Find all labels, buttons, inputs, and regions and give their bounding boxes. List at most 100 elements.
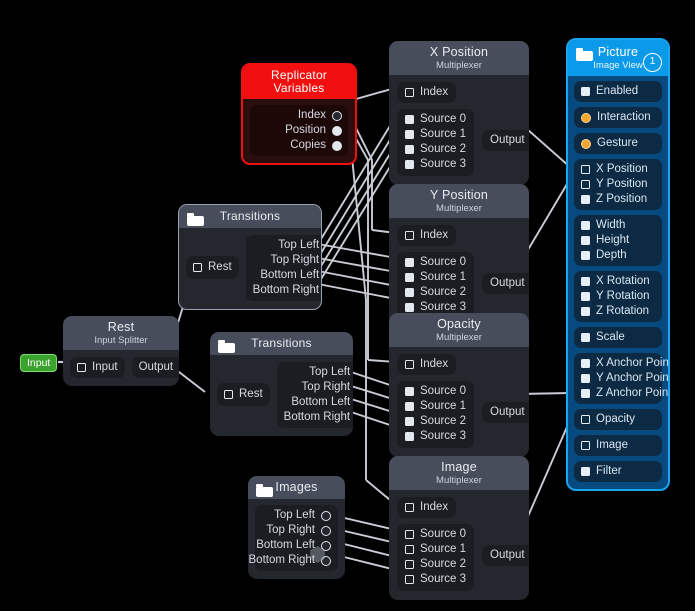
- port-row-input[interactable]: Input: [77, 360, 118, 375]
- node-images[interactable]: Images Top Left Top Right Bottom Left Bo…: [248, 476, 345, 580]
- port-square-x-anchor-point[interactable]: [581, 359, 590, 369]
- node-y-position-multiplexer[interactable]: Y Position Multiplexer Index Source 0 So…: [389, 184, 529, 329]
- port-square-index[interactable]: [405, 231, 414, 241]
- port-square-source-0[interactable]: [405, 115, 414, 125]
- port-square-source-1[interactable]: [405, 545, 414, 555]
- port-row-interaction[interactable]: Interaction: [581, 110, 655, 125]
- port-row-output[interactable]: Output: [490, 548, 529, 563]
- port-row-rest[interactable]: Rest: [193, 260, 232, 275]
- port-square-x-rotation[interactable]: [581, 277, 590, 287]
- port-row-filter[interactable]: Filter: [581, 464, 655, 479]
- port-square-width[interactable]: [581, 221, 590, 231]
- port-row-scale[interactable]: Scale: [581, 330, 655, 345]
- port-square-source-2[interactable]: [405, 288, 414, 298]
- port-row-top-right[interactable]: Top Right: [253, 253, 321, 268]
- port-square-index[interactable]: [405, 360, 414, 370]
- port-square-image[interactable]: [581, 441, 590, 451]
- port-circle-interaction[interactable]: [581, 112, 591, 123]
- port-square-z-position[interactable]: [581, 195, 590, 205]
- port-row-source-2[interactable]: Source 2: [405, 142, 466, 157]
- port-row-index[interactable]: Index: [256, 108, 342, 123]
- port-square-input[interactable]: [77, 363, 86, 373]
- port-row-top-left[interactable]: Top Left: [284, 365, 353, 380]
- port-row-top-right[interactable]: Top Right: [262, 523, 331, 538]
- port-square-y-anchor-point[interactable]: [581, 374, 590, 384]
- port-row-bottom-right[interactable]: Bottom Right: [253, 283, 321, 298]
- port-circle-position[interactable]: [332, 125, 342, 136]
- port-row-z-anchor-point[interactable]: Z Anchor Point: [581, 386, 668, 401]
- port-row-height[interactable]: Height: [581, 233, 655, 248]
- port-square-y-rotation[interactable]: [581, 292, 590, 302]
- port-square-source-1[interactable]: [405, 273, 414, 283]
- node-transitions-bottom[interactable]: Transitions Rest Top Left Top Right Bott…: [210, 332, 353, 436]
- port-circle-top-right[interactable]: [321, 525, 331, 536]
- port-row-x-rotation[interactable]: X Rotation: [581, 274, 655, 289]
- port-square-filter[interactable]: [581, 467, 590, 477]
- port-circle-gesture[interactable]: [581, 138, 591, 149]
- port-row-copies[interactable]: Copies: [256, 138, 342, 153]
- port-row-source-3[interactable]: Source 3: [405, 157, 466, 172]
- node-picture-image-view[interactable]: Picture Image View 1 Enabled Interaction: [566, 38, 670, 492]
- port-row-source-2[interactable]: Source 2: [405, 285, 466, 300]
- port-row-z-rotation[interactable]: Z Rotation: [581, 304, 655, 319]
- port-square-height[interactable]: [581, 236, 590, 246]
- port-row-bottom-right[interactable]: Bottom Right: [284, 410, 353, 425]
- port-square-depth[interactable]: [581, 251, 590, 261]
- port-row-bottom-left[interactable]: Bottom Left: [253, 268, 321, 283]
- node-opacity-multiplexer[interactable]: Opacity Multiplexer Index Source 0 Sourc…: [389, 313, 529, 458]
- port-square-source-0[interactable]: [405, 530, 414, 540]
- port-row-source-3[interactable]: Source 3: [405, 572, 466, 587]
- port-square-source-1[interactable]: [405, 402, 414, 412]
- port-row-image[interactable]: Image: [581, 438, 655, 453]
- port-row-output[interactable]: Output: [490, 133, 529, 148]
- port-row-y-rotation[interactable]: Y Rotation: [581, 289, 655, 304]
- port-row-y-position[interactable]: Y Position: [581, 177, 655, 192]
- node-x-position-multiplexer[interactable]: X Position Multiplexer Index Source 0 So…: [389, 41, 529, 186]
- node-image-multiplexer[interactable]: Image Multiplexer Index Source 0 Source …: [389, 456, 529, 601]
- port-circle-index[interactable]: [332, 110, 342, 121]
- port-row-index[interactable]: Index: [405, 85, 448, 100]
- port-square-source-0[interactable]: [405, 387, 414, 397]
- port-row-source-3[interactable]: Source 3: [405, 429, 466, 444]
- node-transitions-top[interactable]: Transitions Rest Top Left Top Right Bott…: [178, 204, 322, 310]
- port-circle-top-left[interactable]: [321, 510, 331, 521]
- port-row-x-position[interactable]: X Position: [581, 162, 655, 177]
- port-row-source-1[interactable]: Source 1: [405, 270, 466, 285]
- port-circle-copies[interactable]: [332, 140, 342, 151]
- port-square-index[interactable]: [405, 88, 414, 98]
- port-row-source-1[interactable]: Source 1: [405, 127, 466, 142]
- port-row-x-anchor-point[interactable]: X Anchor Point: [581, 356, 668, 371]
- port-square-source-3[interactable]: [405, 575, 414, 585]
- port-row-source-1[interactable]: Source 1: [405, 399, 466, 414]
- port-row-index[interactable]: Index: [405, 357, 448, 372]
- port-square-source-3[interactable]: [405, 432, 414, 442]
- port-square-z-anchor-point[interactable]: [581, 389, 590, 399]
- port-row-output[interactable]: Output: [490, 405, 529, 420]
- node-graph-canvas[interactable]: Replicator Variables Index Position Copi…: [0, 0, 695, 611]
- port-row-index[interactable]: Index: [405, 500, 448, 515]
- port-row-top-left[interactable]: Top Left: [253, 238, 321, 253]
- port-square-source-2[interactable]: [405, 560, 414, 570]
- port-row-output[interactable]: Output: [490, 276, 529, 291]
- port-row-source-0[interactable]: Source 0: [405, 112, 466, 127]
- port-row-output[interactable]: Output: [139, 360, 179, 375]
- port-square-rest[interactable]: [193, 263, 202, 273]
- port-row-bottom-left[interactable]: Bottom Left: [284, 395, 353, 410]
- port-square-enabled[interactable]: [581, 87, 590, 97]
- port-square-source-3[interactable]: [405, 303, 414, 313]
- port-square-opacity[interactable]: [581, 415, 590, 425]
- port-row-source-0[interactable]: Source 0: [405, 527, 466, 542]
- port-row-source-1[interactable]: Source 1: [405, 542, 466, 557]
- port-row-rest[interactable]: Rest: [224, 387, 263, 402]
- port-row-depth[interactable]: Depth: [581, 248, 655, 263]
- port-row-width[interactable]: Width: [581, 218, 655, 233]
- port-square-x-position[interactable]: [581, 165, 590, 175]
- port-row-source-2[interactable]: Source 2: [405, 414, 466, 429]
- port-row-y-anchor-point[interactable]: Y Anchor Point: [581, 371, 668, 386]
- port-square-y-position[interactable]: [581, 180, 590, 190]
- port-square-source-2[interactable]: [405, 145, 414, 155]
- port-row-z-position[interactable]: Z Position: [581, 192, 655, 207]
- port-square-scale[interactable]: [581, 333, 590, 343]
- port-row-opacity[interactable]: Opacity: [581, 412, 655, 427]
- port-row-source-0[interactable]: Source 0: [405, 255, 466, 270]
